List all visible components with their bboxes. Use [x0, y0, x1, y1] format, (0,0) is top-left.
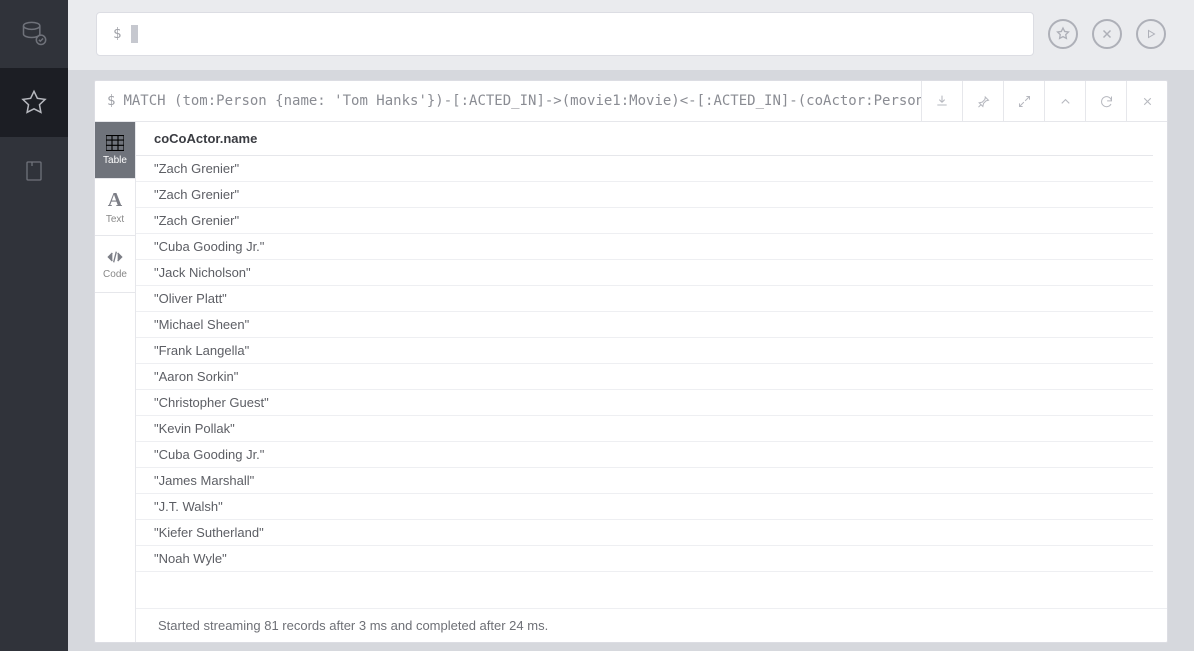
left-sidebar: [0, 0, 68, 651]
table-cell: "Jack Nicholson": [136, 260, 1153, 286]
result-header: $ MATCH (tom:Person {name: 'Tom Hanks'})…: [95, 81, 1167, 122]
table-cell: "Kevin Pollak": [136, 416, 1153, 442]
table-row[interactable]: "Zach Grenier": [136, 208, 1153, 234]
table-cell: "Christopher Guest": [136, 390, 1153, 416]
close-icon: [1141, 95, 1154, 108]
table-row[interactable]: "Christopher Guest": [136, 390, 1153, 416]
editor-caret: [131, 25, 138, 43]
code-icon: [105, 249, 125, 265]
table-row[interactable]: "Kiefer Sutherland": [136, 520, 1153, 546]
sidebar-item-favorites[interactable]: [0, 69, 68, 137]
result-toolbar: [921, 81, 1167, 121]
close-result-button[interactable]: [1126, 81, 1167, 121]
result-prompt: $: [107, 93, 115, 109]
editor-actions: [1042, 19, 1166, 49]
chevron-up-icon: [1058, 94, 1073, 109]
table-row[interactable]: "Aaron Sorkin": [136, 364, 1153, 390]
column-header: coCoActor.name: [136, 122, 1153, 156]
table-cell: "Michael Sheen": [136, 312, 1153, 338]
rerun-button[interactable]: [1085, 81, 1126, 121]
close-icon: [1100, 27, 1114, 41]
table-row[interactable]: "Oliver Platt": [136, 286, 1153, 312]
result-table: coCoActor.name "Zach Grenier""Zach Greni…: [136, 122, 1153, 572]
table-row[interactable]: "Cuba Gooding Jr.": [136, 234, 1153, 260]
favorite-button[interactable]: [1048, 19, 1078, 49]
expand-button[interactable]: [1003, 81, 1044, 121]
download-icon: [934, 93, 950, 109]
table-row[interactable]: "Zach Grenier": [136, 156, 1153, 182]
query-editor[interactable]: $: [96, 12, 1034, 56]
result-card: $ MATCH (tom:Person {name: 'Tom Hanks'})…: [94, 80, 1168, 643]
table-cell: "Cuba Gooding Jr.": [136, 442, 1153, 468]
result-view-tabs: Table A Text Code: [95, 122, 136, 642]
table-row[interactable]: "Noah Wyle": [136, 546, 1153, 572]
table-cell: "Oliver Platt": [136, 286, 1153, 312]
result-query-display[interactable]: $ MATCH (tom:Person {name: 'Tom Hanks'})…: [95, 81, 921, 121]
editor-prompt: $: [113, 26, 121, 42]
view-tab-table-label: Table: [103, 155, 127, 166]
table-row[interactable]: "Jack Nicholson": [136, 260, 1153, 286]
pin-button[interactable]: [962, 81, 1003, 121]
table-cell: "J.T. Walsh": [136, 494, 1153, 520]
table-cell: "Kiefer Sutherland": [136, 520, 1153, 546]
pin-icon: [976, 94, 991, 109]
table-row[interactable]: "Michael Sheen": [136, 312, 1153, 338]
export-button[interactable]: [921, 81, 962, 121]
refresh-icon: [1099, 94, 1114, 109]
view-tab-code[interactable]: Code: [95, 236, 135, 293]
view-tab-table[interactable]: Table: [95, 122, 135, 179]
result-content: coCoActor.name "Zach Grenier""Zach Greni…: [136, 122, 1167, 642]
result-body: Table A Text Code coCoActor.name: [95, 122, 1167, 642]
table-icon: [106, 135, 124, 151]
table-cell: "Aaron Sorkin": [136, 364, 1153, 390]
table-row[interactable]: "Zach Grenier": [136, 182, 1153, 208]
view-tab-code-label: Code: [103, 269, 127, 280]
view-tab-text[interactable]: A Text: [95, 179, 135, 236]
table-cell: "Cuba Gooding Jr.": [136, 234, 1153, 260]
table-cell: "Zach Grenier": [136, 208, 1153, 234]
table-cell: "James Marshall": [136, 468, 1153, 494]
table-cell: "Zach Grenier": [136, 156, 1153, 182]
table-row[interactable]: "J.T. Walsh": [136, 494, 1153, 520]
table-row[interactable]: "Kevin Pollak": [136, 416, 1153, 442]
sidebar-item-documents[interactable]: [0, 137, 68, 205]
workspace: $ MATCH (tom:Person {name: 'Tom Hanks'})…: [68, 70, 1194, 651]
table-cell: "Noah Wyle": [136, 546, 1153, 572]
main-area: $ $: [68, 0, 1194, 651]
table-cell: "Zach Grenier": [136, 182, 1153, 208]
view-tab-text-label: Text: [106, 214, 124, 225]
table-cell: "Frank Langella": [136, 338, 1153, 364]
result-query-text: MATCH (tom:Person {name: 'Tom Hanks'})-[…: [123, 93, 921, 109]
result-table-scroll[interactable]: coCoActor.name "Zach Grenier""Zach Greni…: [136, 122, 1167, 608]
table-row[interactable]: "Frank Langella": [136, 338, 1153, 364]
clear-button[interactable]: [1092, 19, 1122, 49]
collapse-button[interactable]: [1044, 81, 1085, 121]
expand-icon: [1017, 94, 1032, 109]
run-button[interactable]: [1136, 19, 1166, 49]
play-icon: [1145, 28, 1157, 40]
table-row[interactable]: "James Marshall": [136, 468, 1153, 494]
editor-bar: $: [68, 0, 1194, 70]
sidebar-item-database[interactable]: [0, 0, 68, 68]
text-a-icon: A: [108, 190, 122, 210]
star-icon: [20, 89, 48, 117]
table-row[interactable]: "Cuba Gooding Jr.": [136, 442, 1153, 468]
docs-icon: [22, 157, 46, 185]
star-icon: [1055, 26, 1071, 42]
result-status: Started streaming 81 records after 3 ms …: [136, 608, 1167, 642]
database-icon: [20, 20, 48, 48]
